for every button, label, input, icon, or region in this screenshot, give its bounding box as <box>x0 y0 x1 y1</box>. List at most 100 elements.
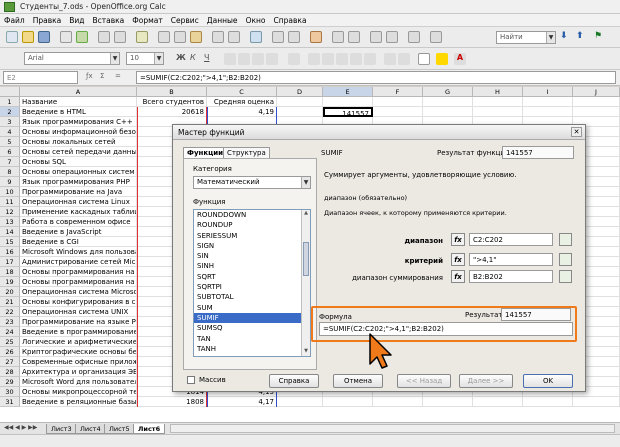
menu-help[interactable]: Справка <box>274 16 307 25</box>
cell-a[interactable]: Программирование на языке Р <box>20 317 137 327</box>
decrease-indent-icon[interactable] <box>384 53 396 65</box>
function-list-item[interactable]: SQRT <box>194 272 310 282</box>
col-header[interactable]: C <box>207 87 277 97</box>
chevron-down-icon[interactable]: ▼ <box>154 53 163 64</box>
chevron-down-icon[interactable]: ▼ <box>301 177 310 188</box>
col-header[interactable]: D <box>277 87 323 97</box>
cell-a[interactable]: Администрирование сетей Micro <box>20 257 137 267</box>
equals-icon[interactable]: = <box>115 72 121 80</box>
col-header[interactable]: A <box>20 87 137 97</box>
cell-c[interactable]: Средняя оценка <box>207 97 277 107</box>
gallery-icon[interactable] <box>386 31 398 43</box>
row-header[interactable]: 5 <box>0 137 20 147</box>
cell-a[interactable]: Основы микропроцессорной тех <box>20 387 137 397</box>
cell-e[interactable] <box>323 397 373 407</box>
row-header[interactable]: 4 <box>0 127 20 137</box>
menu-edit[interactable]: Правка <box>33 16 62 25</box>
find-next-icon[interactable]: ⬇ <box>560 31 572 43</box>
bold-icon[interactable]: Ж <box>176 53 188 65</box>
cell-d[interactable] <box>277 397 323 407</box>
empty-cell[interactable] <box>473 397 523 407</box>
cell-d[interactable] <box>277 107 323 117</box>
row-header[interactable]: 27 <box>0 357 20 367</box>
function-list-item[interactable]: SINH <box>194 261 310 271</box>
undo-icon[interactable] <box>212 31 224 43</box>
add-decimal-icon[interactable] <box>350 53 362 65</box>
font-name-input[interactable]: Arial ▼ <box>24 52 120 65</box>
cell-a[interactable]: Введение в реляционные базы <box>20 397 137 407</box>
scroll-down-icon[interactable]: ▼ <box>302 348 310 356</box>
help-button[interactable]: Справка <box>269 374 319 388</box>
row-header[interactable]: 17 <box>0 257 20 267</box>
formula-input[interactable]: =SUMIF(C2:C202;">4,1";B2:B202) <box>136 71 616 84</box>
empty-cell[interactable] <box>373 107 423 117</box>
cell-a[interactable]: Логические и арифметические о <box>20 337 137 347</box>
find-icon[interactable] <box>348 31 360 43</box>
row-header[interactable]: 22 <box>0 307 20 317</box>
cell-a[interactable]: Программирование на Java <box>20 187 137 197</box>
empty-cell[interactable] <box>573 107 620 117</box>
navigator-icon[interactable] <box>370 31 382 43</box>
edit-icon[interactable] <box>60 31 72 43</box>
corner-cell[interactable] <box>0 87 20 97</box>
align-center-icon[interactable] <box>238 53 250 65</box>
row-header[interactable]: 15 <box>0 237 20 247</box>
empty-cell[interactable] <box>573 397 620 407</box>
background-color-icon[interactable] <box>436 53 448 65</box>
chevron-down-icon[interactable]: ▼ <box>110 53 119 64</box>
save-icon[interactable] <box>38 31 50 43</box>
tab-sheet3[interactable]: Лист3 <box>46 424 77 434</box>
menu-view[interactable]: Вид <box>69 16 84 25</box>
cell-a[interactable]: Введение в HTML <box>20 107 137 117</box>
empty-cell[interactable] <box>523 107 573 117</box>
arg-input-criteria[interactable]: ">4,1" <box>469 253 553 266</box>
row-header[interactable]: 10 <box>0 187 20 197</box>
find-prev-icon[interactable]: ⬆ <box>576 31 588 43</box>
empty-cell[interactable] <box>373 97 423 107</box>
cell-a[interactable]: Операционная система Linux <box>20 197 137 207</box>
cell-a[interactable]: Основы информационной безоп <box>20 127 137 137</box>
cell-a[interactable]: Язык программирования C++ <box>20 117 137 127</box>
name-box[interactable]: E2 <box>3 71 78 84</box>
row-header[interactable]: 1 <box>0 97 20 107</box>
justify-icon[interactable] <box>266 53 278 65</box>
function-list-item[interactable]: SUMSQ <box>194 323 310 333</box>
empty-cell[interactable] <box>423 97 473 107</box>
cell-a[interactable]: Применение каскадных таблиц <box>20 207 137 217</box>
empty-cell[interactable] <box>423 107 473 117</box>
find-options-icon[interactable]: ⚑ <box>594 31 606 43</box>
row-header[interactable]: 2 <box>0 107 20 117</box>
new-icon[interactable] <box>6 31 18 43</box>
cell-a[interactable]: Введение в CGI <box>20 237 137 247</box>
function-list-item[interactable]: SIGN <box>194 241 310 251</box>
font-color-icon[interactable]: A <box>454 53 466 65</box>
arg-input-range[interactable]: C2:C202 <box>469 233 553 246</box>
cell-a[interactable]: Основы программирования на C <box>20 267 137 277</box>
cell-a[interactable]: Основы локальных сетей <box>20 137 137 147</box>
cell-a[interactable]: Введение в программирование <box>20 327 137 337</box>
currency-icon[interactable] <box>308 53 320 65</box>
align-right-icon[interactable] <box>252 53 264 65</box>
row-header[interactable]: 16 <box>0 247 20 257</box>
print-icon[interactable] <box>98 31 110 43</box>
function-list-item[interactable]: SERIESSUM <box>194 231 310 241</box>
row-header[interactable]: 6 <box>0 147 20 157</box>
function-list-item[interactable]: TANH <box>194 344 310 354</box>
cell-e[interactable] <box>323 97 373 107</box>
row-header[interactable]: 29 <box>0 377 20 387</box>
col-header[interactable]: B <box>137 87 207 97</box>
shrink-criteria-icon[interactable] <box>559 253 572 266</box>
col-header[interactable]: F <box>373 87 423 97</box>
cell-a[interactable]: Microsoft Windows для пользова <box>20 247 137 257</box>
scroll-up-icon[interactable]: ▲ <box>302 210 310 218</box>
pdf-icon[interactable] <box>76 31 88 43</box>
tab-structure[interactable]: Структура <box>223 147 270 158</box>
shrink-sum-range-icon[interactable] <box>559 270 572 283</box>
row-header[interactable]: 7 <box>0 157 20 167</box>
function-list-item[interactable]: SUMIF <box>194 312 310 324</box>
empty-cell[interactable] <box>473 97 523 107</box>
help-icon[interactable] <box>430 31 442 43</box>
row-header[interactable]: 20 <box>0 287 20 297</box>
col-header[interactable]: E <box>323 87 373 97</box>
row-header[interactable]: 31 <box>0 397 20 407</box>
